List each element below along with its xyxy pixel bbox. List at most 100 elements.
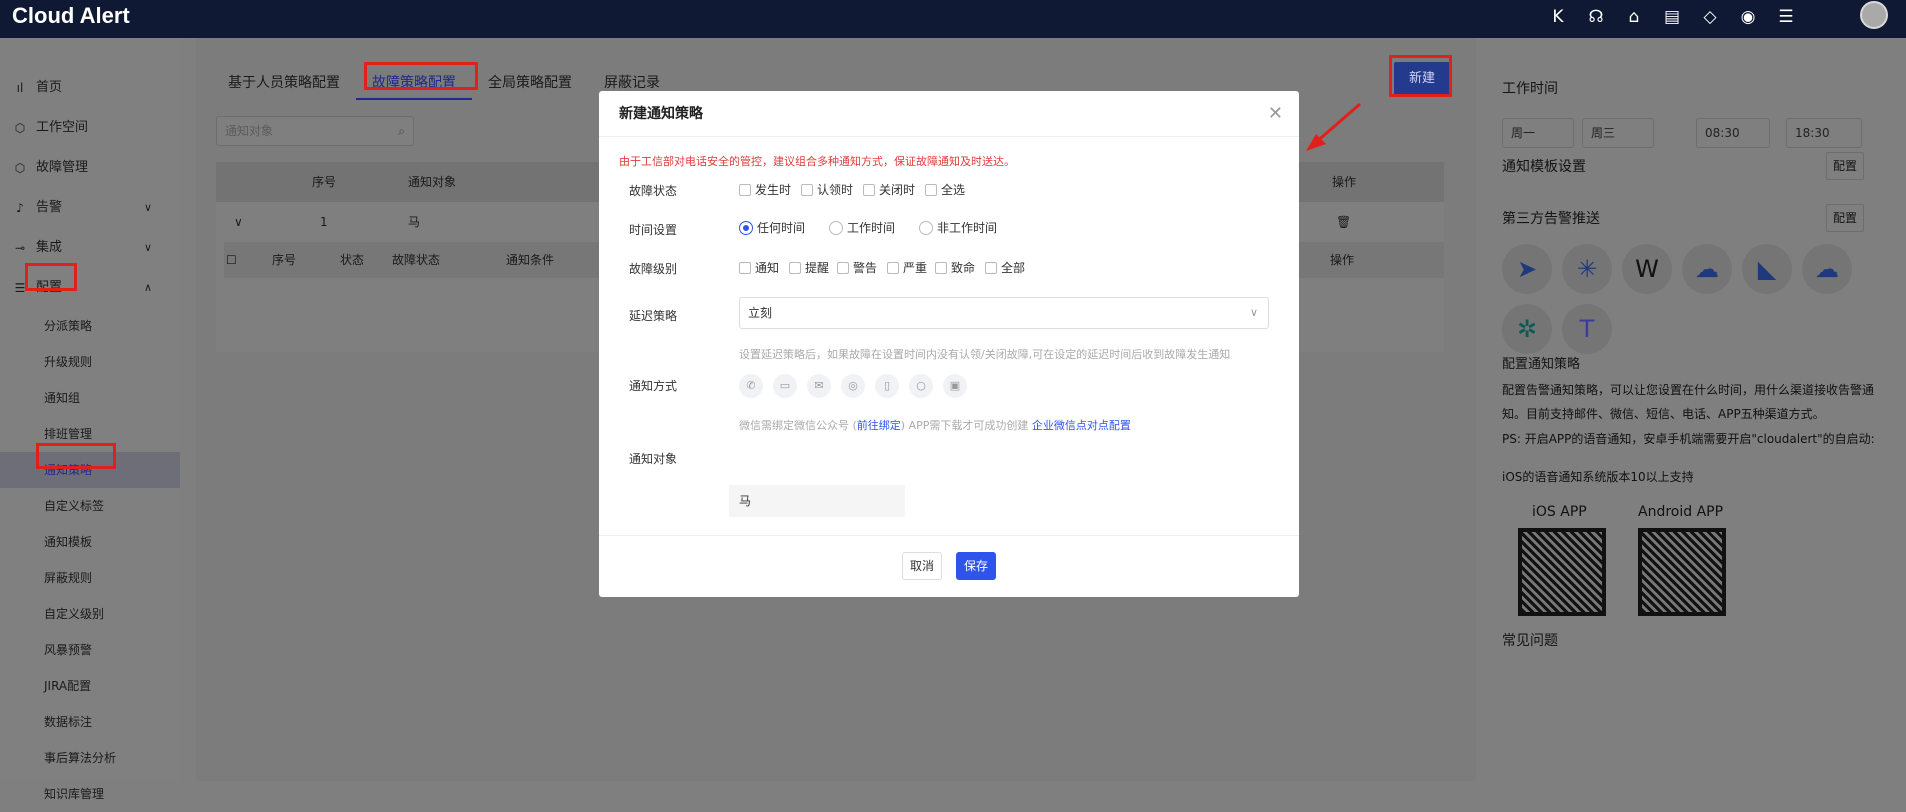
delay-label: 延迟策略 xyxy=(629,309,678,323)
chat-icon[interactable]: ○ xyxy=(909,374,933,398)
template-config-button[interactable]: 配置 xyxy=(1826,152,1864,180)
inbox-icon[interactable]: ⌂ xyxy=(1624,6,1644,28)
modal-footer: 取消 保存 xyxy=(599,535,1299,597)
top-bar: Cloud Alert K ☊ ⌂ ▤ ◇ ◉ ☰ xyxy=(0,0,1906,38)
annotation-arrow xyxy=(1306,102,1361,151)
day-from-select[interactable]: 周一 xyxy=(1502,118,1574,148)
asterisk-icon[interactable]: ✲ xyxy=(1502,304,1552,354)
top-icons: K ☊ ⌂ ▤ ◇ ◉ ☰ xyxy=(1548,6,1796,28)
faq-title: 常见问题 xyxy=(1502,633,1558,649)
slack-icon[interactable]: ✳ xyxy=(1562,244,1612,294)
cube-icon: ⬡ xyxy=(14,121,26,135)
checkbox-occur[interactable]: 发生时 xyxy=(739,181,791,198)
android-qr-code xyxy=(1638,528,1726,616)
new-policy-modal: 新建通知策略 ✕ 由于工信部对电话安全的管控，建议组合多种通知方式，保证故障通知… xyxy=(599,91,1299,597)
w-icon[interactable]: W xyxy=(1622,244,1672,294)
avatar[interactable] xyxy=(1860,1,1888,29)
highlight-notify-policy xyxy=(36,443,116,469)
wechat-icon[interactable]: ◎ xyxy=(841,374,865,398)
diamond-icon[interactable]: ◇ xyxy=(1700,6,1720,28)
work-time-title: 工作时间 xyxy=(1502,81,1558,97)
sidebar-subitem[interactable]: 分派策略 xyxy=(0,308,180,344)
checkbox-level-remind[interactable]: 提醒 xyxy=(789,259,829,276)
mail-icon[interactable]: ✉ xyxy=(807,374,831,398)
checkbox-level-notice[interactable]: 通知 xyxy=(739,259,779,276)
template-title: 通知模板设置 xyxy=(1502,159,1586,175)
checkbox-level-all[interactable]: 全部 xyxy=(985,259,1025,276)
sidebar-subitem[interactable]: 知识库管理 xyxy=(0,776,180,812)
sidebar-subitem[interactable]: 自定义标签 xyxy=(0,488,180,524)
time-to-input[interactable]: 18:30 xyxy=(1786,118,1862,148)
delete-icon[interactable]: 🗑 xyxy=(1336,202,1351,242)
header-target: 通知对象 xyxy=(408,175,457,189)
dingtalk-icon[interactable]: ➤ xyxy=(1502,244,1552,294)
warning-text: 由于工信部对电话安全的管控，建议组合多种通知方式，保证故障通知及时送达。 xyxy=(619,155,1015,168)
headset-icon[interactable]: ☊ xyxy=(1586,6,1606,28)
time-from-input[interactable]: 08:30 xyxy=(1696,118,1770,148)
sms-icon[interactable]: ▭ xyxy=(773,374,797,398)
chat-bubble-icon[interactable]: ☁ xyxy=(1682,244,1732,294)
bind-link[interactable]: 前往绑定 xyxy=(857,419,901,432)
sidebar-item-integrations[interactable]: ⊸ 集成 ∨ xyxy=(0,228,180,268)
sidebar-subitem[interactable]: 通知组 xyxy=(0,380,180,416)
sidebar-subitem[interactable]: 数据标注 xyxy=(0,704,180,740)
phone-icon[interactable]: ✆ xyxy=(739,374,763,398)
radio-any-time[interactable]: 任何时间 xyxy=(739,219,805,236)
modal-title: 新建通知策略 xyxy=(619,106,703,122)
sub-header-fault-status: 故障状态 xyxy=(392,253,441,267)
third-config-button[interactable]: 配置 xyxy=(1826,204,1864,232)
book-icon[interactable]: ▤ xyxy=(1662,6,1682,28)
sidebar-subitem[interactable]: 通知模板 xyxy=(0,524,180,560)
sub-header-action: 操作 xyxy=(1330,253,1355,267)
time-label: 时间设置 xyxy=(629,223,678,237)
app-icon[interactable]: ▣ xyxy=(943,374,967,398)
checkbox-claim[interactable]: 认领时 xyxy=(801,181,853,198)
search-input[interactable]: 通知对象 ⌕ xyxy=(216,116,414,146)
checkbox-close[interactable]: 关闭时 xyxy=(863,181,915,198)
sidebar-subitem[interactable]: 屏蔽规则 xyxy=(0,560,180,596)
cloud-icon[interactable]: ☁ xyxy=(1802,244,1852,294)
checkbox-all[interactable]: 全选 xyxy=(925,181,965,198)
app-logo[interactable]: Cloud Alert xyxy=(12,3,130,29)
tab-global-policy[interactable]: 全局策略配置 xyxy=(472,66,588,100)
cancel-button[interactable]: 取消 xyxy=(902,552,942,580)
sidebar-subitem[interactable]: JIRA配置 xyxy=(0,668,180,704)
help-icon[interactable]: ◉ xyxy=(1738,6,1758,28)
cube-icon: ⬡ xyxy=(14,161,26,175)
tab-person-policy[interactable]: 基于人员策略配置 xyxy=(212,66,356,100)
teams-icon[interactable]: T xyxy=(1562,304,1612,354)
sub-header-status: 状态 xyxy=(340,253,365,267)
checkbox-level-fatal[interactable]: 致命 xyxy=(935,259,975,276)
k-logo-icon[interactable]: K xyxy=(1548,6,1568,28)
sidebar-item-alerts[interactable]: ♪ 告警 ∨ xyxy=(0,188,180,228)
feishu-icon[interactable]: ◣ xyxy=(1742,244,1792,294)
day-to-select[interactable]: 周三 xyxy=(1582,118,1654,148)
radio-off-time[interactable]: 非工作时间 xyxy=(919,219,997,236)
delay-select[interactable]: 立刻 ∨ xyxy=(739,297,1269,329)
target-field[interactable]: 马 xyxy=(729,485,905,517)
save-button[interactable]: 保存 xyxy=(956,552,996,580)
checkbox-level-warning[interactable]: 警告 xyxy=(837,259,877,276)
sidebar-item-incidents[interactable]: ⬡ 故障管理 xyxy=(0,148,180,188)
sidebar-subitem[interactable]: 自定义级别 xyxy=(0,596,180,632)
close-icon[interactable]: ✕ xyxy=(1268,91,1283,137)
mobile-icon[interactable]: ▯ xyxy=(875,374,899,398)
config-ps: PS: 开启APP的语音通知，安卓手机端需要开启"cloudalert"的自启动… xyxy=(1502,432,1875,446)
sidebar-item-home[interactable]: ıl 首页 xyxy=(0,68,180,108)
radio-work-time[interactable]: 工作时间 xyxy=(829,219,895,236)
sidebar-item-workspace[interactable]: ⬡ 工作空间 xyxy=(0,108,180,148)
sidebar-subitem[interactable]: 事后算法分析 xyxy=(0,740,180,776)
sidebar-subitem[interactable]: 升级规则 xyxy=(0,344,180,380)
select-all-checkbox[interactable]: ☐ xyxy=(226,240,237,280)
sub-header-condition: 通知条件 xyxy=(506,253,555,267)
config-desc: 配置告警通知策略，可以让您设置在什么时间，用什么渠道接收告警通知。目前支持邮件、… xyxy=(1502,383,1875,421)
sliders-icon[interactable]: ☰ xyxy=(1776,6,1796,28)
method-icons: ✆ ▭ ✉ ◎ ▯ ○ ▣ xyxy=(739,374,967,398)
method-hint: 微信需绑定微信公众号 (前往绑定) APP需下载才可成功创建 企业微信点对点配置 xyxy=(739,419,1131,432)
wechat-config-link[interactable]: 企业微信点对点配置 xyxy=(1032,419,1131,432)
right-panel: 工作时间 周一 周三 08:30 18:30 通知模板设置 配置 第三方告警推送… xyxy=(1476,38,1906,781)
checkbox-level-severe[interactable]: 严重 xyxy=(887,259,927,276)
target-label: 通知对象 xyxy=(629,452,678,466)
sidebar-subitem[interactable]: 风暴预警 xyxy=(0,632,180,668)
expand-icon[interactable]: ∨ xyxy=(234,202,243,242)
